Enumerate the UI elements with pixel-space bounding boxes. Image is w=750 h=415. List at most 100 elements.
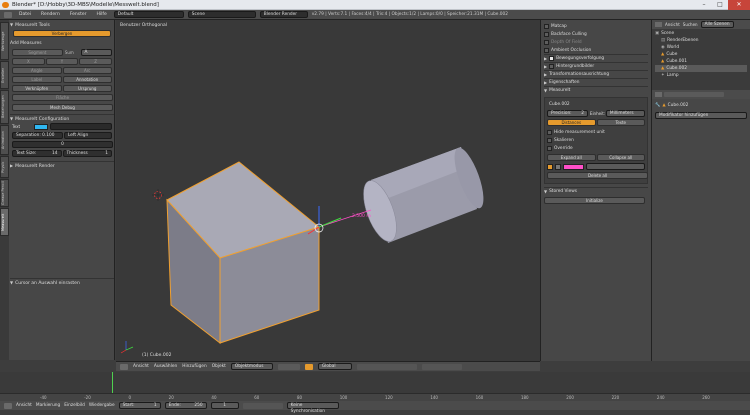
checkbox-icon[interactable]: [549, 64, 555, 69]
timeline-menu-view[interactable]: Ansicht: [16, 403, 32, 408]
checkbox-icon[interactable]: [547, 145, 552, 151]
checkbox-icon[interactable]: [544, 47, 549, 53]
tab-measureit[interactable]: Measureit: [0, 208, 9, 236]
outliner-item-renderlayers[interactable]: ▤ RenderEbenen: [655, 37, 747, 44]
text-size-field[interactable]: Text Size: 14: [12, 150, 62, 157]
outliner-item-lamp[interactable]: ✦ Lamp: [655, 72, 747, 79]
motion-tracking-panel[interactable]: ▶ Bewegungsverfolgung: [544, 54, 648, 62]
outliner-menu-view[interactable]: Ansicht: [665, 22, 680, 27]
playback-controls[interactable]: [242, 402, 283, 409]
editor-type-icon[interactable]: [120, 363, 128, 370]
z-button[interactable]: Z: [79, 58, 113, 65]
visibility-icon[interactable]: [547, 163, 553, 170]
texts-tab[interactable]: Texte: [596, 119, 645, 126]
tab-animation[interactable]: Animation: [0, 125, 9, 155]
outliner-item-scene[interactable]: ▣ Scene: [655, 30, 747, 37]
label-button[interactable]: Label: [12, 76, 62, 83]
snap-buttons[interactable]: [421, 363, 462, 370]
transform-orientation-panel[interactable]: ▶ Transformationsausrichtung: [544, 70, 648, 78]
scene-select[interactable]: Scene: [187, 11, 256, 18]
matcap-option[interactable]: Matcap: [544, 22, 648, 30]
text-input[interactable]: [50, 123, 112, 130]
sum-select[interactable]: A: [80, 49, 112, 56]
timeline-ruler[interactable]: -40 -20 0 20 40 60 80 100 120 140 160 180 200 220 240 2…: [0, 393, 750, 401]
info-editor-icon[interactable]: [4, 11, 12, 18]
menu-render[interactable]: Rendern: [38, 12, 63, 17]
tab-grease-pencil[interactable]: Grease Pencil: [0, 179, 9, 207]
shading-select[interactable]: [277, 363, 300, 370]
checkbox-icon[interactable]: [544, 23, 549, 29]
annotation-button[interactable]: Annotation: [62, 76, 112, 83]
menu-window[interactable]: Fenster: [67, 12, 90, 17]
measure-name-field[interactable]: [586, 163, 646, 170]
menu-object[interactable]: Objekt: [212, 364, 226, 369]
lock-icon[interactable]: [554, 163, 561, 170]
3d-viewport[interactable]: 2.500 m Benutzer Orthogonal (1) Cube.002: [116, 20, 540, 361]
props-editor-icon[interactable]: [655, 92, 662, 97]
y-button[interactable]: Y: [45, 58, 79, 65]
expand-all-button[interactable]: Expand all: [547, 154, 596, 161]
measureit-panel[interactable]: ▼ MeasureIt: [544, 86, 648, 94]
tab-physics[interactable]: Physik: [0, 156, 9, 178]
align-select[interactable]: Left Align: [63, 132, 112, 139]
outliner-item-cube002[interactable]: ▲ Cube.002: [655, 65, 747, 72]
x-button[interactable]: X: [12, 58, 45, 65]
cube-object[interactable]: [166, 161, 321, 345]
tab-tools[interactable]: Werkzeuge: [0, 22, 9, 60]
maximize-button[interactable]: □: [712, 0, 728, 10]
manipulator-icon[interactable]: [304, 363, 313, 370]
segment-button[interactable]: Segment: [12, 49, 63, 56]
config-header[interactable]: ▼ MeasureIt Configuration: [10, 114, 114, 122]
override-option[interactable]: Override: [547, 144, 645, 152]
area-button[interactable]: Fläche: [12, 94, 113, 101]
outliner-item-cube001[interactable]: ▲ Cube.001: [655, 58, 747, 65]
engine-select[interactable]: Blender Render: [259, 11, 308, 18]
timeline-menu-playback[interactable]: Wiedergabe: [89, 403, 115, 408]
tab-relations[interactable]: Beziehungen: [0, 90, 9, 124]
mode-select[interactable]: Objektmodus: [230, 363, 273, 370]
distances-tab[interactable]: Distances: [547, 119, 596, 126]
background-images-panel[interactable]: ▶ Hintergrundbilder: [544, 62, 648, 70]
viewport-scene[interactable]: 2.500 m: [116, 20, 540, 361]
dof-option[interactable]: Depth Of Field: [544, 38, 648, 46]
add-modifier-select[interactable]: Modifikator hinzufügen: [655, 112, 747, 119]
properties-panel[interactable]: ▶ Eigenschaften: [544, 78, 648, 86]
separation-field[interactable]: Separation: 0.100: [12, 132, 63, 139]
menu-view[interactable]: Ansicht: [133, 364, 149, 369]
outliner-item-cube[interactable]: ▲ Cube: [655, 51, 747, 58]
scale-option[interactable]: Skalieren: [547, 136, 645, 144]
tools-header[interactable]: ▼ MeasureIt Tools: [10, 21, 114, 28]
checkbox-icon[interactable]: [547, 137, 552, 143]
menu-add[interactable]: Hinzufügen: [182, 364, 206, 369]
operator-panel[interactable]: ▼ Cursor an Auswahl einrasten: [10, 278, 114, 286]
layout-select[interactable]: Default: [113, 11, 184, 18]
timeline-editor-icon[interactable]: [4, 402, 12, 409]
text-color-swatch[interactable]: [34, 123, 48, 130]
outliner-menu-search[interactable]: Suchen: [683, 22, 698, 27]
measure-color-swatch[interactable]: [562, 163, 585, 170]
initialize-button[interactable]: Initialize: [544, 197, 645, 204]
arc-button[interactable]: Arc: [62, 67, 112, 74]
origin-button[interactable]: Ursprung: [62, 85, 112, 92]
start-frame-field[interactable]: Start: 1: [118, 402, 161, 409]
value-field[interactable]: 0: [12, 141, 113, 148]
props-context-tabs[interactable]: [664, 92, 724, 97]
timeline-menu-frame[interactable]: Einzelbild: [64, 403, 85, 408]
delete-all-button[interactable]: Delete all: [547, 172, 648, 179]
layer-buttons[interactable]: [356, 363, 417, 370]
hide-measures-button[interactable]: Verbergen: [13, 30, 111, 37]
ao-option[interactable]: Ambient Occlusion: [544, 46, 648, 54]
backface-option[interactable]: Backface Culling: [544, 30, 648, 38]
orientation-select[interactable]: Global: [317, 363, 352, 370]
minimize-button[interactable]: –: [696, 0, 712, 10]
outliner-display-select[interactable]: Alle Szenen: [700, 21, 734, 28]
units-select[interactable]: Millimeters: [605, 110, 645, 117]
outliner-editor-icon[interactable]: [655, 22, 662, 27]
close-button[interactable]: ✕: [728, 0, 750, 10]
cylinder-object[interactable]: [357, 145, 490, 246]
end-frame-field[interactable]: Ende: 250: [164, 402, 207, 409]
stored-views-panel[interactable]: ▼ Stored Views: [544, 187, 648, 195]
link-button[interactable]: Verknüpfen: [12, 85, 62, 92]
render-header[interactable]: ▶ MeasureIt Render: [10, 161, 114, 169]
hide-unit-option[interactable]: Hide measurement unit: [547, 128, 645, 136]
